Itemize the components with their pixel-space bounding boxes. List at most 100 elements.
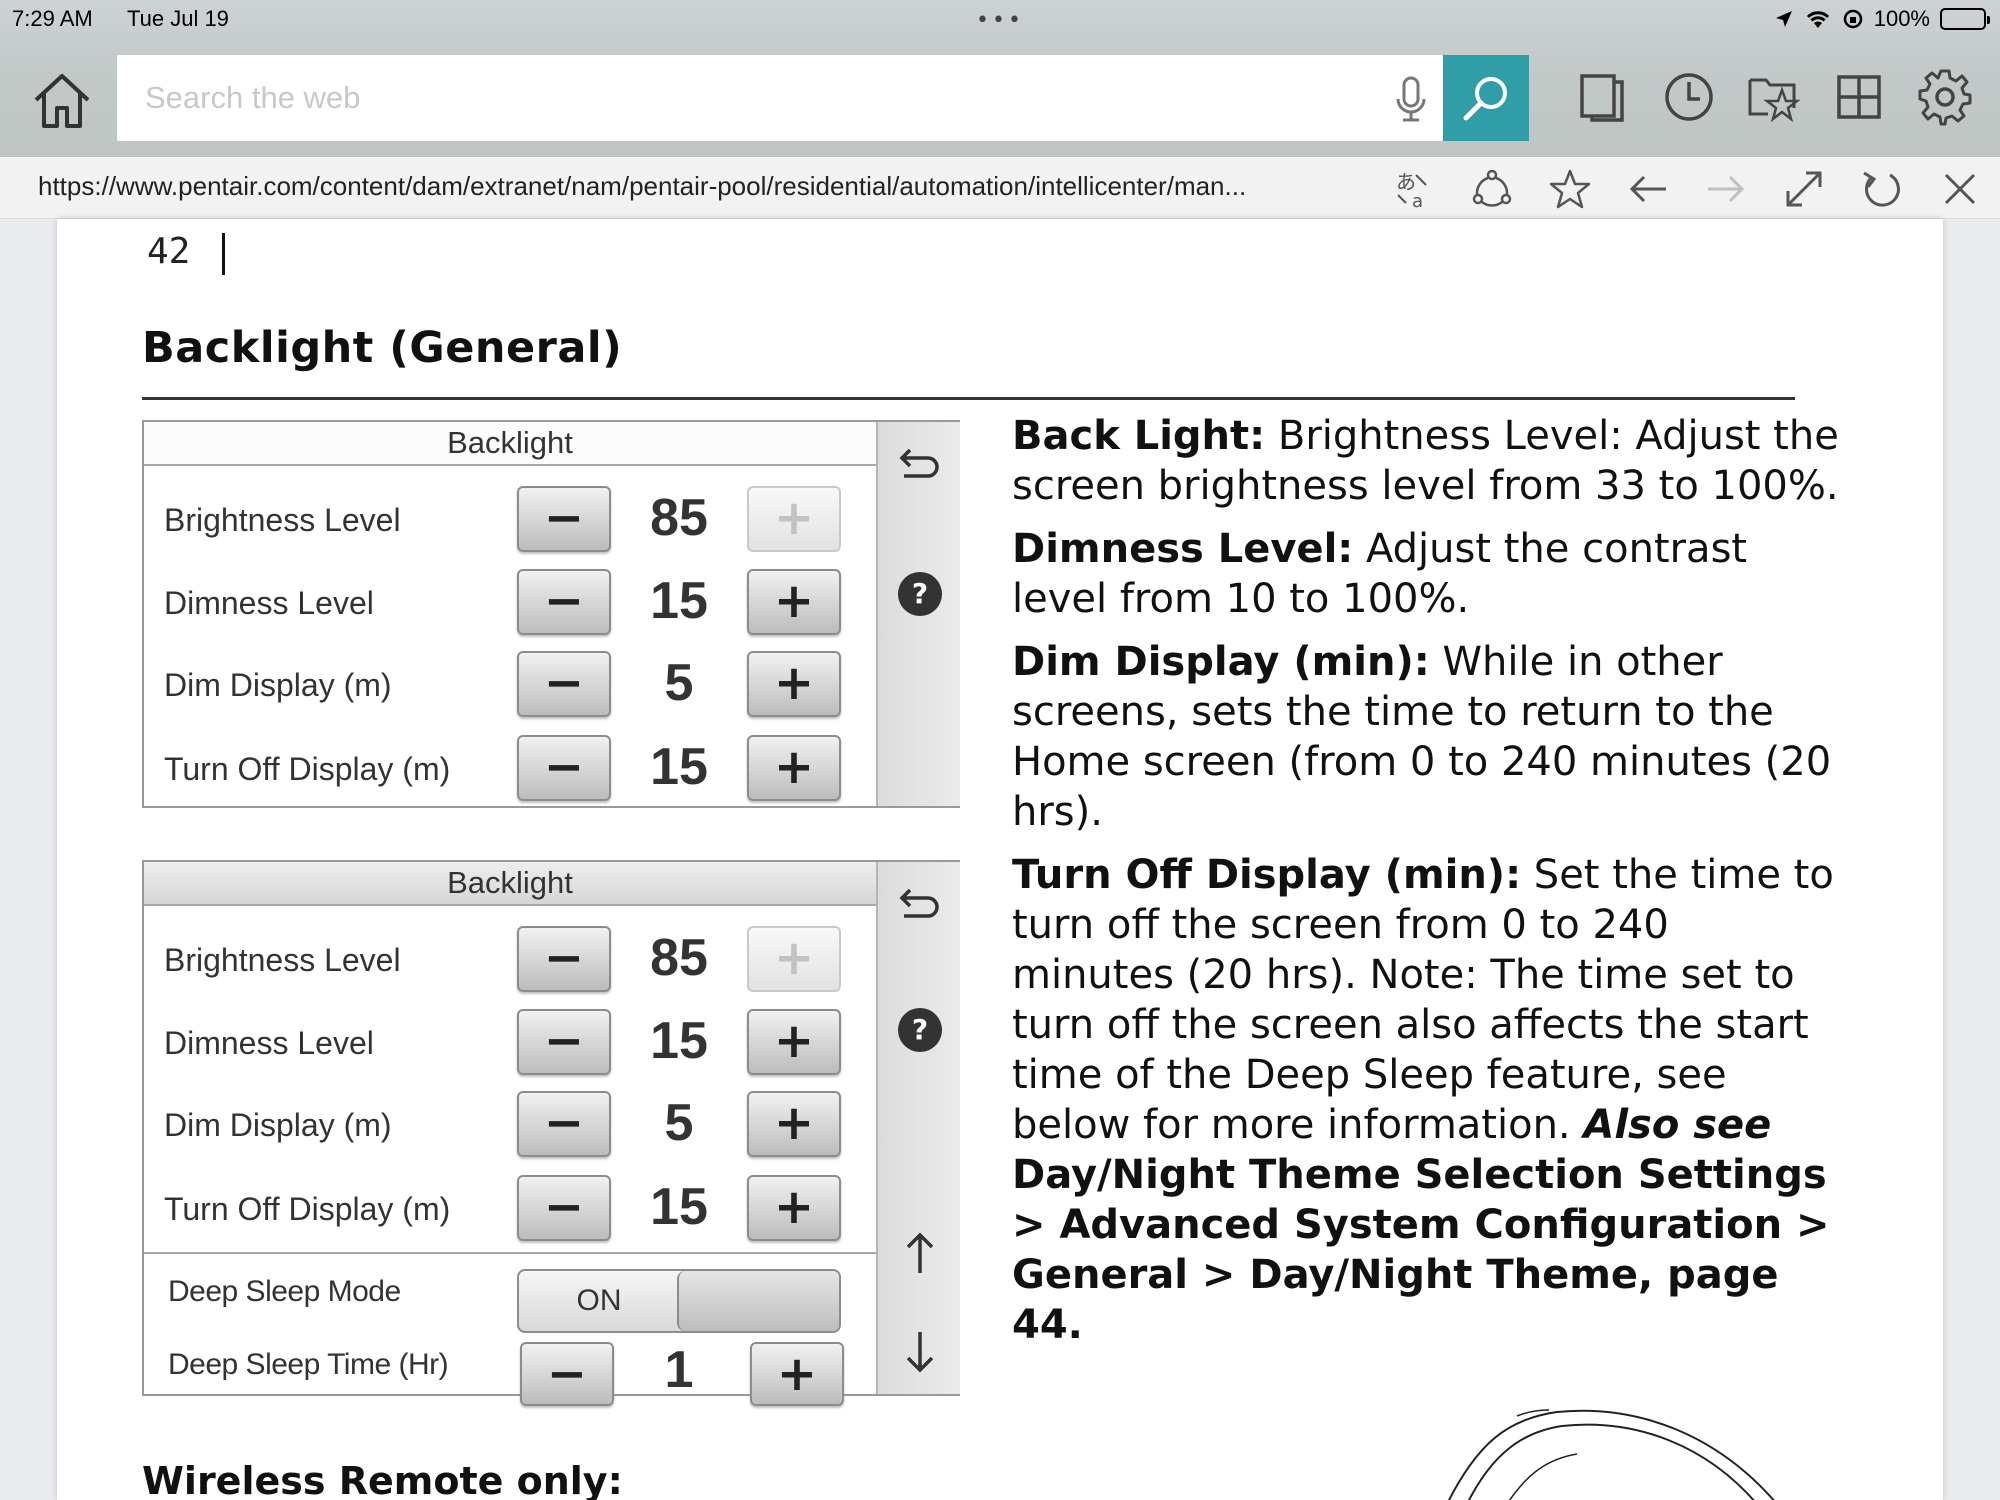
search-input[interactable] (145, 73, 1345, 123)
dimness-increase-button[interactable]: + (747, 569, 841, 635)
turn-off-value: 15 (650, 738, 708, 796)
row-label: Dimness Level (164, 585, 374, 621)
toggle-state-label: ON (576, 1284, 622, 1317)
search-icon (1463, 77, 1507, 121)
turn-off-display-row: Turn Off Display (m) − 15 + (144, 735, 876, 815)
fullscreen-icon[interactable] (1782, 167, 1826, 211)
microphone-icon[interactable] (1391, 75, 1431, 123)
back-icon[interactable] (896, 876, 944, 924)
panel-title: Backlight (144, 862, 876, 906)
dim-display-increase-button[interactable]: + (747, 1091, 841, 1157)
history-icon[interactable] (1660, 68, 1718, 126)
back-icon[interactable] (896, 436, 944, 484)
dim-display-increase-button[interactable]: + (747, 651, 841, 717)
rotation-lock-icon (1843, 9, 1862, 29)
home-icon[interactable] (30, 70, 94, 130)
status-time: 7:29 AM (12, 6, 93, 31)
status-date: Tue Jul 19 (127, 6, 229, 31)
scroll-down-icon[interactable] (896, 1328, 944, 1376)
url-text[interactable]: https://www.pentair.com/content/dam/extr… (38, 171, 1246, 202)
row-label: Deep Sleep Mode (168, 1275, 401, 1308)
dim-display-decrease-button[interactable]: − (517, 1091, 611, 1157)
turn-off-decrease-button[interactable]: − (517, 1175, 611, 1241)
dim-display-row: Dim Display (m) − 5 + (144, 1091, 876, 1171)
backlight-panel-2: Backlight Brightness Level − 85 + Dimnes… (142, 860, 960, 1406)
dimness-decrease-button[interactable]: − (517, 1009, 611, 1075)
term: Turn Off Display (min): (1012, 852, 1522, 898)
dimness-description: Dimness Level: Adjust the contrast level… (1012, 526, 1748, 622)
back-arrow-icon[interactable] (1626, 167, 1670, 211)
brightness-row: Brightness Level − 85 + (144, 926, 876, 1006)
svg-text:?: ? (912, 577, 928, 610)
term: Dim Display (min): (1012, 639, 1430, 685)
battery-percent: 100% (1873, 6, 1930, 31)
address-bar[interactable]: https://www.pentair.com/content/dam/extr… (0, 157, 2000, 219)
gear-icon[interactable] (1916, 68, 1974, 126)
svg-text:a: a (1412, 191, 1423, 211)
search-button[interactable] (1443, 55, 1529, 141)
close-icon[interactable] (1938, 167, 1982, 211)
svg-text:?: ? (912, 1013, 928, 1046)
translate-icon[interactable]: あ a (1392, 167, 1436, 211)
brightness-increase-button[interactable]: + (747, 486, 841, 552)
brightness-decrease-button[interactable]: − (517, 486, 611, 552)
multitask-dots[interactable]: ••• (976, 8, 1024, 33)
deep-sleep-time-value: 1 (664, 1341, 694, 1399)
deep-sleep-time-increase-button[interactable]: + (750, 1342, 844, 1406)
toggle-knob (677, 1271, 839, 1331)
dimness-decrease-button[interactable]: − (517, 569, 611, 635)
forward-arrow-icon[interactable] (1704, 167, 1748, 211)
share-icon[interactable] (1470, 167, 1514, 211)
help-icon[interactable]: ? (896, 570, 944, 618)
turn-off-description: Turn Off Display (min): Set the time to … (1012, 852, 1834, 1348)
row-label: Turn Off Display (m) (164, 1191, 451, 1227)
dimness-row: Dimness Level − 15 + (144, 1009, 876, 1089)
row-label: Dim Display (m) (164, 1107, 392, 1143)
row-label: Brightness Level (164, 502, 401, 538)
brightness-value: 85 (650, 489, 708, 547)
star-icon[interactable] (1548, 167, 1592, 211)
panel-title: Backlight (144, 422, 876, 466)
page-number: 42 (147, 231, 191, 272)
panel-side-bar: ? (876, 422, 960, 806)
dim-display-description: Dim Display (min): While in other screen… (1012, 639, 1832, 835)
search-bar[interactable] (117, 55, 1443, 141)
tabs-icon[interactable] (1574, 68, 1632, 126)
brightness-decrease-button[interactable]: − (517, 926, 611, 992)
dimness-row: Dimness Level − 15 + (144, 569, 876, 649)
browser-chrome: 7:29 AM Tue Jul 19 ••• 100% (0, 0, 2000, 157)
deep-sleep-mode-row: Deep Sleep Mode ON (144, 1269, 876, 1349)
document-page: 42 Backlight (General) Backlight Brightn… (57, 219, 1943, 1500)
deep-sleep-time-row: Deep Sleep Time (Hr) − 1 + (144, 1341, 876, 1422)
page-number-separator (222, 233, 225, 275)
dimness-increase-button[interactable]: + (747, 1009, 841, 1075)
turn-off-increase-button[interactable]: + (747, 1175, 841, 1241)
brightness-row: Brightness Level − 85 + (144, 486, 876, 566)
scroll-up-icon[interactable] (896, 1229, 944, 1277)
deep-sleep-toggle[interactable]: ON (517, 1269, 841, 1333)
apps-grid-icon[interactable] (1830, 68, 1888, 126)
row-divider (144, 1252, 876, 1254)
row-label: Dim Display (m) (164, 667, 392, 703)
dim-display-decrease-button[interactable]: − (517, 651, 611, 717)
wifi-icon (1806, 11, 1829, 28)
remote-device-illustration (1447, 1409, 1775, 1500)
turn-off-value: 15 (650, 1178, 708, 1236)
turn-off-display-row: Turn Off Display (m) − 15 + (144, 1175, 876, 1255)
term: Back Light: (1012, 413, 1266, 459)
refresh-icon[interactable] (1860, 167, 1904, 211)
row-label: Brightness Level (164, 942, 401, 978)
brightness-increase-button[interactable]: + (747, 926, 841, 992)
turn-off-decrease-button[interactable]: − (517, 735, 611, 801)
turn-off-increase-button[interactable]: + (747, 735, 841, 801)
back-light-description: Back Light: Brightness Level: Adjust the… (1012, 413, 1839, 509)
status-bar: 7:29 AM Tue Jul 19 ••• 100% (0, 4, 2000, 36)
panel-side-bar: ? (876, 862, 960, 1394)
dim-display-value: 5 (664, 654, 694, 712)
deep-sleep-time-decrease-button[interactable]: − (520, 1342, 614, 1406)
cross-reference: Day/Night Theme Selection Settings > Adv… (1012, 1152, 1830, 1348)
favorites-icon[interactable] (1744, 68, 1802, 126)
dimness-value: 15 (650, 572, 708, 630)
dim-display-row: Dim Display (m) − 5 + (144, 651, 876, 731)
help-icon[interactable]: ? (896, 1006, 944, 1054)
